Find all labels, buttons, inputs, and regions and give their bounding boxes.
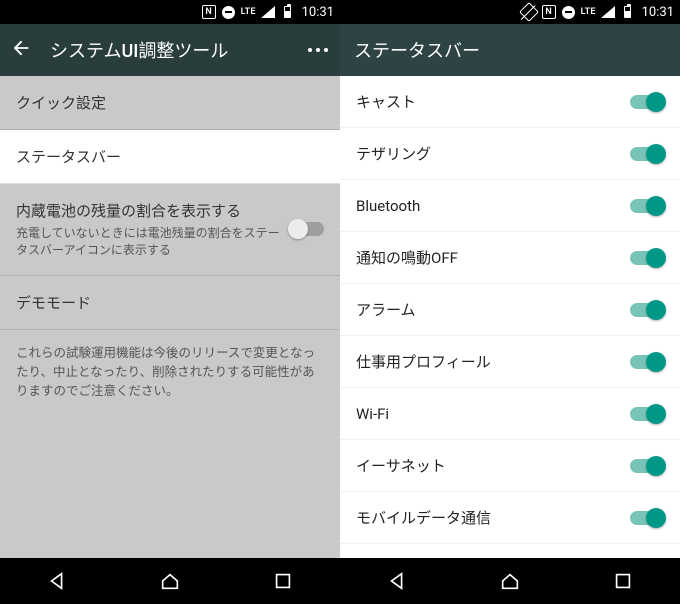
row-alarm[interactable]: アラーム bbox=[340, 284, 680, 336]
row-mobile-data[interactable]: モバイルデータ通信 bbox=[340, 492, 680, 544]
signal-icon bbox=[600, 4, 616, 20]
app-bar: システムUI調整ツール bbox=[0, 24, 340, 76]
row-label: 仕事用プロフィール bbox=[356, 351, 630, 372]
toggle-battery-percentage[interactable] bbox=[290, 222, 324, 236]
row-label: モバイルデータ通信 bbox=[356, 507, 630, 528]
row-label: アラーム bbox=[356, 299, 630, 320]
row-work-profile[interactable]: 仕事用プロフィール bbox=[340, 336, 680, 388]
toggle-wifi[interactable] bbox=[630, 407, 664, 421]
toggle-mobile-data[interactable] bbox=[630, 511, 664, 525]
row-bluetooth[interactable]: Bluetooth bbox=[340, 180, 680, 232]
appbar-title: システムUI調整ツール bbox=[50, 37, 288, 63]
clock: 10:31 bbox=[302, 5, 334, 20]
toggle-ethernet[interactable] bbox=[630, 459, 664, 473]
experimental-caption: これらの試験運用機能は今後のリリースで変更となったり、中止となったり、削除された… bbox=[0, 330, 340, 422]
nav-home-icon[interactable] bbox=[499, 570, 521, 592]
nfc-icon: N bbox=[201, 4, 217, 20]
row-label: 内蔵電池の残量の割合を表示する bbox=[16, 200, 290, 221]
row-sublabel: 充電していないときには電池残量の割合をステータスバーアイコンに表示する bbox=[16, 225, 290, 259]
row-label: 通知の鳴動OFF bbox=[356, 247, 630, 268]
back-icon[interactable] bbox=[10, 37, 32, 63]
row-label: ステータスバー bbox=[16, 146, 324, 167]
nav-recents-icon[interactable] bbox=[272, 570, 294, 592]
row-label: イーサネット bbox=[356, 455, 630, 476]
toggle-dnd[interactable] bbox=[630, 251, 664, 265]
toggle-alarm[interactable] bbox=[630, 303, 664, 317]
signal-icon bbox=[260, 4, 276, 20]
row-ethernet[interactable]: イーサネット bbox=[340, 440, 680, 492]
row-label: Wi-Fi bbox=[356, 405, 630, 423]
lte-label: LTE bbox=[241, 7, 256, 17]
row-label: キャスト bbox=[356, 91, 630, 112]
statusbar-items-list: キャスト テザリング Bluetooth 通知の鳴動OFF アラーム 仕事用プロ… bbox=[340, 76, 680, 558]
row-demo-mode[interactable]: デモモード bbox=[0, 276, 340, 330]
dnd-icon bbox=[561, 4, 577, 20]
no-rotate-icon bbox=[521, 4, 537, 20]
clock: 10:31 bbox=[642, 5, 674, 20]
toggle-bluetooth[interactable] bbox=[630, 199, 664, 213]
screen-left: N LTE 10:31 システムUI調整ツール クイック設定 ステータスバー 内… bbox=[0, 0, 340, 604]
toggle-cast[interactable] bbox=[630, 95, 664, 109]
row-cast[interactable]: キャスト bbox=[340, 76, 680, 128]
battery-icon bbox=[620, 4, 636, 20]
dnd-icon bbox=[221, 4, 237, 20]
nav-recents-icon[interactable] bbox=[612, 570, 634, 592]
nfc-icon: N bbox=[541, 4, 557, 20]
settings-list: クイック設定 ステータスバー 内蔵電池の残量の割合を表示する 充電していないとき… bbox=[0, 76, 340, 558]
row-tethering[interactable]: テザリング bbox=[340, 128, 680, 180]
screen-right: N LTE 10:31 ステータスバー キャスト テザリング Bluetooth… bbox=[340, 0, 680, 604]
overflow-menu-icon[interactable] bbox=[306, 46, 330, 54]
toggle-work-profile[interactable] bbox=[630, 355, 664, 369]
row-battery-percentage[interactable]: 内蔵電池の残量の割合を表示する 充電していないときには電池残量の割合をステータス… bbox=[0, 184, 340, 276]
nav-home-icon[interactable] bbox=[159, 570, 181, 592]
row-quick-settings[interactable]: クイック設定 bbox=[0, 76, 340, 130]
lte-label: LTE bbox=[581, 7, 596, 17]
appbar-title: ステータスバー bbox=[354, 37, 670, 63]
row-label: デモモード bbox=[16, 292, 324, 313]
row-label: テザリング bbox=[356, 143, 630, 164]
status-bar: N LTE 10:31 bbox=[0, 0, 340, 24]
toggle-tethering[interactable] bbox=[630, 147, 664, 161]
navigation-bar bbox=[0, 558, 340, 604]
app-bar: ステータスバー bbox=[340, 24, 680, 76]
nav-back-icon[interactable] bbox=[386, 570, 408, 592]
row-dnd[interactable]: 通知の鳴動OFF bbox=[340, 232, 680, 284]
row-label: クイック設定 bbox=[16, 92, 324, 113]
row-wifi[interactable]: Wi-Fi bbox=[340, 388, 680, 440]
battery-icon bbox=[280, 4, 296, 20]
row-status-bar[interactable]: ステータスバー bbox=[0, 130, 340, 184]
navigation-bar bbox=[340, 558, 680, 604]
nav-back-icon[interactable] bbox=[46, 570, 68, 592]
row-label: Bluetooth bbox=[356, 197, 630, 215]
status-bar: N LTE 10:31 bbox=[340, 0, 680, 24]
